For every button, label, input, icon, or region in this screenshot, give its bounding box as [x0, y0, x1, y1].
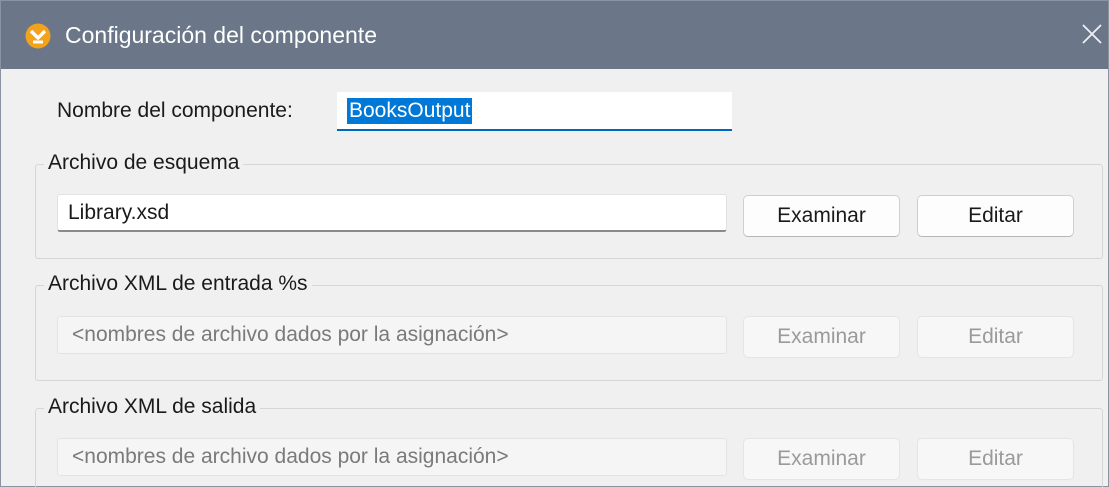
schema-file-input[interactable]: Library.xsd	[57, 194, 727, 232]
output-xml-edit-button[interactable]: Editar	[917, 438, 1074, 480]
altova-mapforce-icon	[25, 23, 51, 49]
input-xml-input[interactable]: <nombres de archivo dados por la asignac…	[57, 316, 727, 354]
output-xml-legend: Archivo XML de salida	[44, 394, 261, 420]
title-bar[interactable]: Configuración del componente	[1, 1, 1108, 69]
component-name-input[interactable]: BooksOutput	[337, 92, 732, 131]
input-xml-legend: Archivo XML de entrada %s	[44, 271, 312, 297]
schema-browse-button[interactable]: Examinar	[743, 195, 900, 237]
component-name-value: BooksOutput	[347, 98, 473, 124]
output-xml-browse-button[interactable]: Examinar	[743, 438, 900, 480]
schema-file-legend: Archivo de esquema	[44, 150, 244, 176]
input-xml-edit-button[interactable]: Editar	[917, 316, 1074, 358]
output-xml-input[interactable]: <nombres de archivo dados por la asignac…	[57, 438, 727, 476]
component-settings-dialog: Configuración del componente Nombre del …	[0, 0, 1109, 487]
component-name-label: Nombre del componente:	[57, 99, 293, 122]
dialog-title: Configuración del componente	[65, 22, 377, 48]
close-icon[interactable]	[1077, 19, 1107, 49]
input-xml-browse-button[interactable]: Examinar	[743, 316, 900, 358]
schema-edit-button[interactable]: Editar	[917, 195, 1074, 237]
